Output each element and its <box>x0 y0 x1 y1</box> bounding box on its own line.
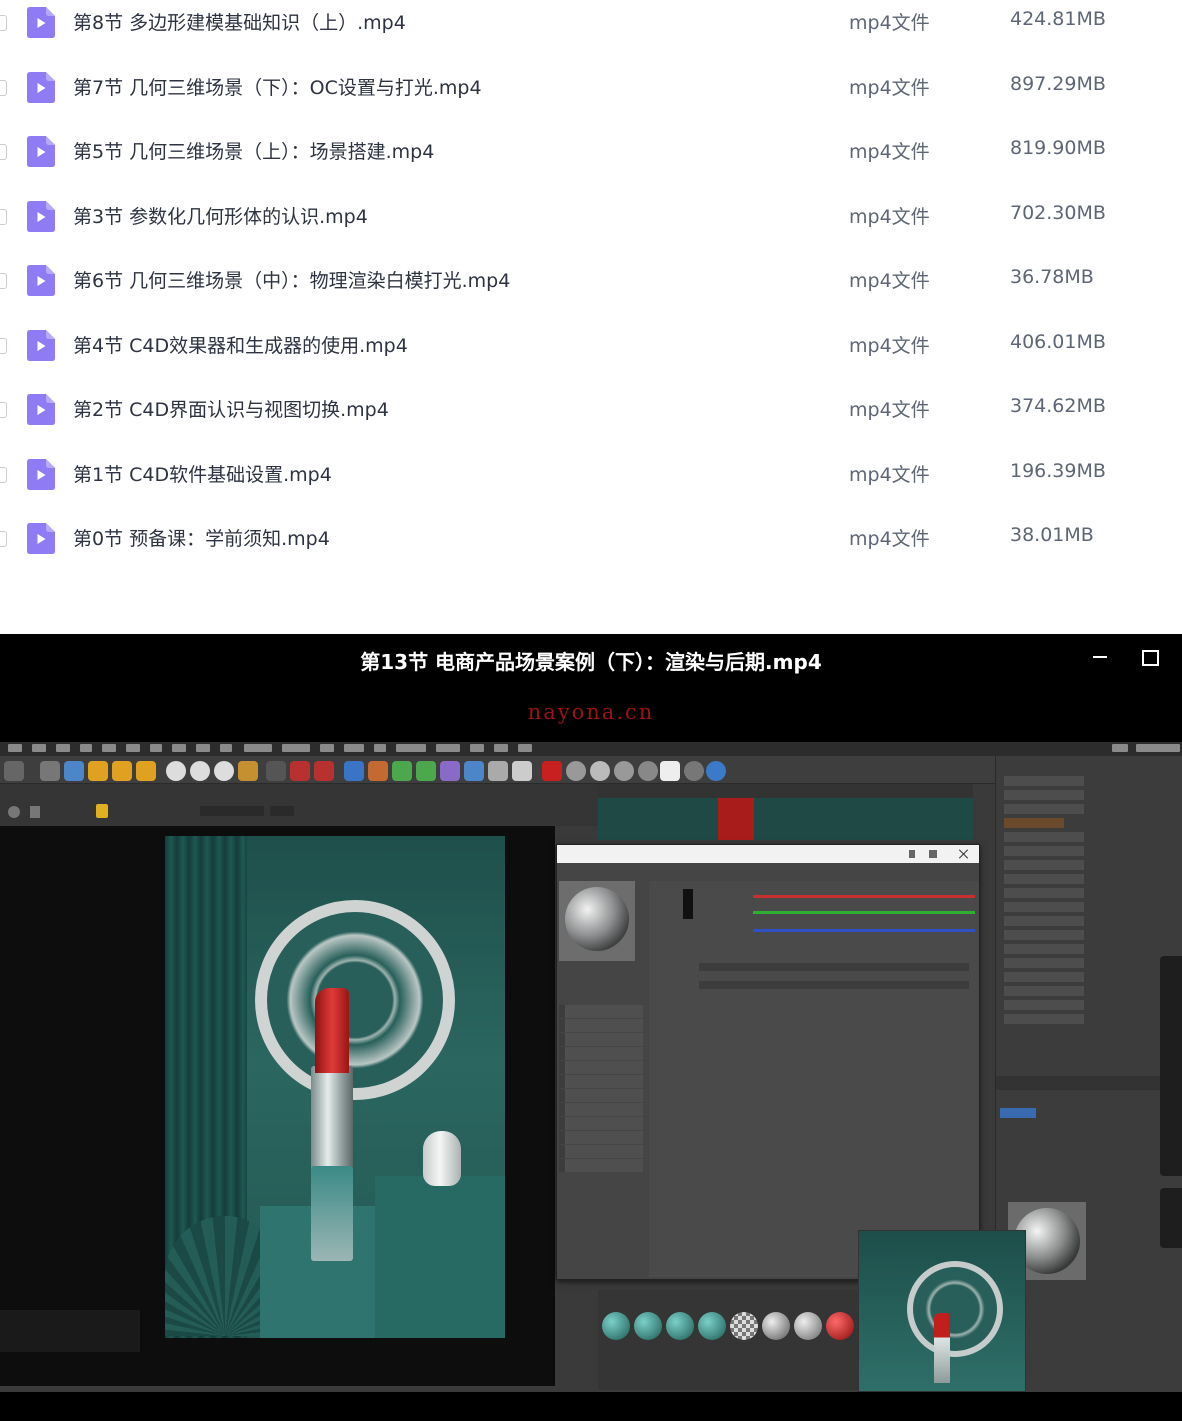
video-frame <box>0 742 1182 1392</box>
file-type: mp4文件 <box>849 463 930 486</box>
row-checkbox[interactable] <box>0 79 7 96</box>
file-type: mp4文件 <box>849 76 930 99</box>
watermark-text: nayona.cn <box>527 700 655 724</box>
file-type: mp4文件 <box>849 270 930 292</box>
minimize-button[interactable] <box>1088 644 1114 670</box>
c4d-toolbar <box>0 756 995 784</box>
file-type: mp4文件 <box>849 334 930 357</box>
octane-stats-panel <box>0 1310 140 1352</box>
row-checkbox[interactable] <box>0 337 7 354</box>
video-file-icon <box>27 458 55 490</box>
file-row[interactable]: 第6节 几何三维场景（中）：物理渲染白模打光.mp4 mp4文件 36.78MB <box>0 261 1182 325</box>
file-size: 196.39MB <box>1010 459 1106 482</box>
c4d-viewport-toolbar <box>0 784 598 826</box>
video-file-icon <box>27 136 55 167</box>
file-name: 第1节 C4D软件基础设置.mp4 <box>73 463 332 486</box>
file-name: 第5节 几何三维场景（上）：场景搭建.mp4 <box>73 141 435 163</box>
file-size: 374.62MB <box>1010 395 1106 417</box>
video-file-icon <box>27 265 55 296</box>
render-thumbnail <box>858 1230 1026 1392</box>
video-file-icon <box>27 394 55 425</box>
video-file-icon <box>27 7 55 38</box>
file-size: 702.30MB <box>1010 201 1106 224</box>
row-checkbox[interactable] <box>0 15 7 31</box>
c4d-viewport <box>0 826 555 1386</box>
file-row[interactable]: 第3节 参数化几何形体的认识.mp4 mp4文件 702.30MB <box>0 197 1182 261</box>
file-name: 第3节 参数化几何形体的认识.mp4 <box>73 205 368 228</box>
video-file-icon <box>27 329 55 361</box>
file-row[interactable]: 第4节 C4D效果器和生成器的使用.mp4 mp4文件 406.01MB <box>0 326 1182 390</box>
row-checkbox[interactable] <box>0 466 7 483</box>
file-size: 38.01MB <box>1010 524 1094 546</box>
file-row[interactable]: 第0节 预备课：学前须知.mp4 mp4文件 38.01MB <box>0 519 1182 583</box>
side-scroll-tab <box>1160 1188 1182 1248</box>
file-row[interactable]: 第5节 几何三维场景（上）：场景搭建.mp4 mp4文件 819.90MB <box>0 132 1182 196</box>
file-name: 第6节 几何三维场景（中）：物理渲染白模打光.mp4 <box>73 270 511 292</box>
screen: 第8节 多边形建模基础知识（上）.mp4 mp4文件 424.81MB 第7节 … <box>0 0 1182 1421</box>
file-size: 36.78MB <box>1010 266 1094 288</box>
render-preview <box>165 836 505 1338</box>
row-checkbox[interactable] <box>0 144 7 160</box>
row-checkbox[interactable] <box>0 273 7 289</box>
c4d-menubar <box>0 742 1182 756</box>
material-editor-window <box>556 844 980 1280</box>
file-type: mp4文件 <box>849 205 930 228</box>
c4d-material-tray <box>598 1290 858 1390</box>
file-type: mp4文件 <box>849 528 930 550</box>
side-scroll-tab <box>1160 956 1182 1176</box>
c4d-render-strip <box>598 798 973 840</box>
video-file-icon <box>27 523 55 554</box>
file-name: 第0节 预备课：学前须知.mp4 <box>73 528 330 550</box>
file-name: 第7节 几何三维场景（下）：OC设置与打光.mp4 <box>73 76 482 99</box>
file-size: 819.90MB <box>1010 137 1106 159</box>
file-size: 406.01MB <box>1010 330 1106 353</box>
file-name: 第4节 C4D效果器和生成器的使用.mp4 <box>73 334 408 357</box>
video-file-icon <box>27 200 55 232</box>
player-title: 第13节 电商产品场景案例（下）：渲染与后期.mp4 <box>360 650 822 674</box>
file-name: 第8节 多边形建模基础知识（上）.mp4 <box>73 12 406 34</box>
file-row[interactable]: 第8节 多边形建模基础知识（上）.mp4 mp4文件 424.81MB <box>0 3 1182 67</box>
material-editor-close-icon <box>957 847 971 861</box>
file-name: 第2节 C4D界面认识与视图切换.mp4 <box>73 399 389 421</box>
file-type: mp4文件 <box>849 141 930 163</box>
file-size: 424.81MB <box>1010 8 1106 30</box>
file-row[interactable]: 第2节 C4D界面认识与视图切换.mp4 mp4文件 374.62MB <box>0 390 1182 454</box>
file-type: mp4文件 <box>849 399 930 421</box>
c4d-editor-header <box>598 784 973 798</box>
file-type: mp4文件 <box>849 12 930 34</box>
file-row[interactable]: 第7节 几何三维场景（下）：OC设置与打光.mp4 mp4文件 897.29MB <box>0 68 1182 132</box>
file-list: 第8节 多边形建模基础知识（上）.mp4 mp4文件 424.81MB 第7节 … <box>0 0 1182 634</box>
row-checkbox[interactable] <box>0 208 7 225</box>
row-checkbox[interactable] <box>0 402 7 418</box>
maximize-button[interactable] <box>1137 644 1163 670</box>
file-row[interactable]: 第1节 C4D软件基础设置.mp4 mp4文件 196.39MB <box>0 455 1182 519</box>
file-size: 897.29MB <box>1010 72 1106 95</box>
video-player[interactable]: 第13节 电商产品场景案例（下）：渲染与后期.mp4 nayona.cn <box>0 634 1182 1421</box>
row-checkbox[interactable] <box>0 531 7 547</box>
video-file-icon <box>27 71 55 103</box>
